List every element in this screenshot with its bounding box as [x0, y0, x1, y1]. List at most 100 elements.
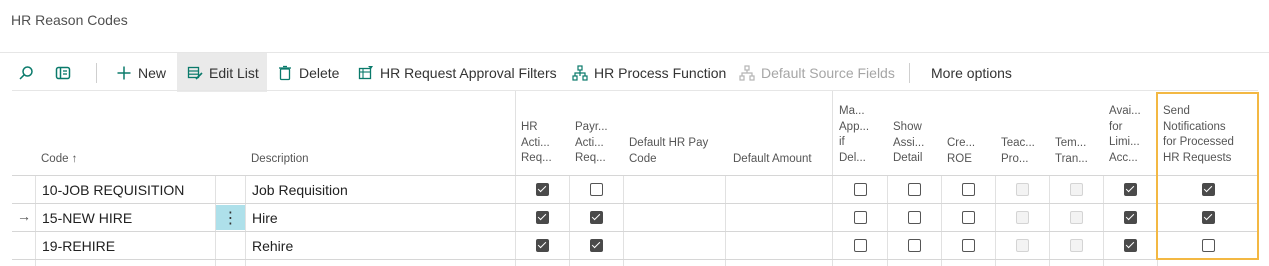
- col-divider: [941, 176, 942, 266]
- new-button[interactable]: New: [116, 53, 166, 92]
- checkbox-create-roe[interactable]: [962, 239, 975, 252]
- row-code[interactable]: 15-NEW HIRE: [42, 210, 132, 226]
- header-line: Acc...: [1109, 151, 1138, 164]
- grid-top-border: [12, 90, 1258, 91]
- edit-list-label: Edit List: [209, 64, 259, 81]
- col-divider: [887, 176, 888, 266]
- checkbox-payroll-action[interactable]: [590, 211, 603, 224]
- header-line: Pro...: [1001, 152, 1029, 165]
- hr-request-approval-filters-button[interactable]: HR Request Approval Filters: [358, 53, 557, 92]
- search-icon: [18, 65, 34, 81]
- checkbox-create-roe[interactable]: [962, 183, 975, 196]
- row-description[interactable]: Rehire: [252, 238, 293, 254]
- column-header-temp[interactable]: Tem... Tran...: [1055, 136, 1088, 167]
- checkbox-temp: [1070, 183, 1083, 196]
- column-header-hr-action[interactable]: HR Acti... Req...: [521, 120, 552, 167]
- edit-list-icon: [187, 65, 203, 81]
- checkbox-mandatory[interactable]: [854, 211, 867, 224]
- checkbox-payroll-action[interactable]: [590, 239, 603, 252]
- row-description[interactable]: Job Requisition: [252, 182, 348, 198]
- header-line: Avai...: [1109, 105, 1141, 117]
- col-divider: [995, 176, 996, 266]
- col-divider: [623, 176, 624, 266]
- checkbox-teacher: [1016, 211, 1029, 224]
- column-header-default-pay-code[interactable]: Default HR Pay Code: [629, 136, 708, 167]
- header-line: if: [839, 136, 845, 148]
- more-options-button[interactable]: More options: [931, 53, 1012, 92]
- checkbox-create-roe[interactable]: [962, 211, 975, 224]
- new-button-label: New: [138, 64, 167, 81]
- header-line: for: [1109, 120, 1123, 133]
- header-line: Cre...: [947, 137, 976, 149]
- checkbox-show-assignment[interactable]: [908, 183, 921, 196]
- header-line: Req...: [521, 152, 552, 164]
- plus-icon: [116, 65, 132, 81]
- column-header-code[interactable]: Code ↑: [41, 152, 77, 168]
- checkbox-show-assignment[interactable]: [908, 211, 921, 224]
- column-header-available[interactable]: Avai... for Limi... Acc...: [1109, 104, 1141, 166]
- column-header-teacher[interactable]: Teac... Pro...: [1001, 136, 1035, 167]
- header-line: Req...: [575, 152, 606, 164]
- filter-pane-icon: [55, 65, 71, 81]
- checkbox-hr-action[interactable]: [536, 183, 549, 196]
- row-code[interactable]: 19-REHIRE: [42, 238, 115, 254]
- col-divider: [569, 176, 570, 266]
- approval-filters-icon: [358, 65, 374, 81]
- header-line: Acti...: [521, 136, 550, 149]
- column-header-create-roe[interactable]: Cre... ROE: [947, 136, 975, 167]
- header-line: Default HR Pay: [629, 137, 709, 149]
- col-divider: [515, 91, 516, 266]
- toolbar-separator: [96, 63, 97, 83]
- checkbox-available[interactable]: [1124, 183, 1137, 196]
- checkbox-temp: [1070, 239, 1083, 252]
- process-function-icon: [572, 64, 588, 81]
- default-source-label: Default Source Fields: [761, 64, 895, 81]
- filter-pane-button[interactable]: [55, 53, 77, 92]
- checkbox-show-assignment[interactable]: [908, 239, 921, 252]
- default-source-icon: [739, 64, 755, 81]
- hr-process-function-button[interactable]: HR Process Function: [572, 53, 726, 92]
- header-line: Show: [893, 121, 922, 133]
- header-line: Tran...: [1055, 152, 1088, 165]
- more-options-label: More options: [931, 64, 1012, 81]
- checkbox-available[interactable]: [1124, 239, 1137, 252]
- header-line: Acti...: [575, 136, 604, 149]
- checkbox-hr-action[interactable]: [536, 211, 549, 224]
- checkbox-mandatory[interactable]: [854, 239, 867, 252]
- delete-button[interactable]: Delete: [277, 53, 339, 92]
- checkbox-mandatory[interactable]: [854, 183, 867, 196]
- column-header-description[interactable]: Description: [251, 152, 309, 168]
- row-border: [12, 231, 1258, 232]
- delete-label: Delete: [299, 64, 340, 81]
- column-header-show-assignment[interactable]: Show Assi... Detail: [893, 120, 924, 167]
- checkbox-hr-action[interactable]: [536, 239, 549, 252]
- header-line: Teac...: [1001, 137, 1035, 149]
- action-bar: New Edit List Delete HR Request Approval…: [0, 52, 1269, 92]
- search-button[interactable]: [18, 53, 40, 92]
- col-divider: [1103, 176, 1104, 266]
- approval-filters-label: HR Request Approval Filters: [380, 64, 557, 81]
- checkbox-available[interactable]: [1124, 211, 1137, 224]
- column-header-default-amount[interactable]: Default Amount: [733, 152, 812, 168]
- checkbox-temp: [1070, 211, 1083, 224]
- delete-icon: [277, 65, 293, 81]
- header-line: Del...: [839, 151, 866, 164]
- toolbar-separator: [909, 63, 910, 83]
- edit-list-button[interactable]: Edit List: [177, 53, 267, 92]
- row-description[interactable]: Hire: [252, 210, 278, 226]
- header-line: Tem...: [1055, 137, 1087, 149]
- col-divider: [245, 176, 246, 266]
- default-source-fields-button[interactable]: Default Source Fields: [739, 53, 895, 92]
- header-line: Code: [629, 152, 657, 165]
- checkbox-payroll-action[interactable]: [590, 183, 603, 196]
- row-border: [12, 259, 1258, 260]
- col-divider: [832, 91, 833, 266]
- row-code[interactable]: 10-JOB REQUISITION: [42, 182, 184, 198]
- page-title: HR Reason Codes: [11, 12, 128, 28]
- process-function-label: HR Process Function: [594, 64, 727, 81]
- column-header-payroll-action[interactable]: Payr... Acti... Req...: [575, 120, 608, 167]
- column-highlight-frame: [1156, 92, 1259, 260]
- row-menu-icon[interactable]: ⋮: [216, 205, 245, 230]
- column-header-mandatory[interactable]: Ma... App... if Del...: [839, 104, 869, 166]
- checkbox-teacher: [1016, 183, 1029, 196]
